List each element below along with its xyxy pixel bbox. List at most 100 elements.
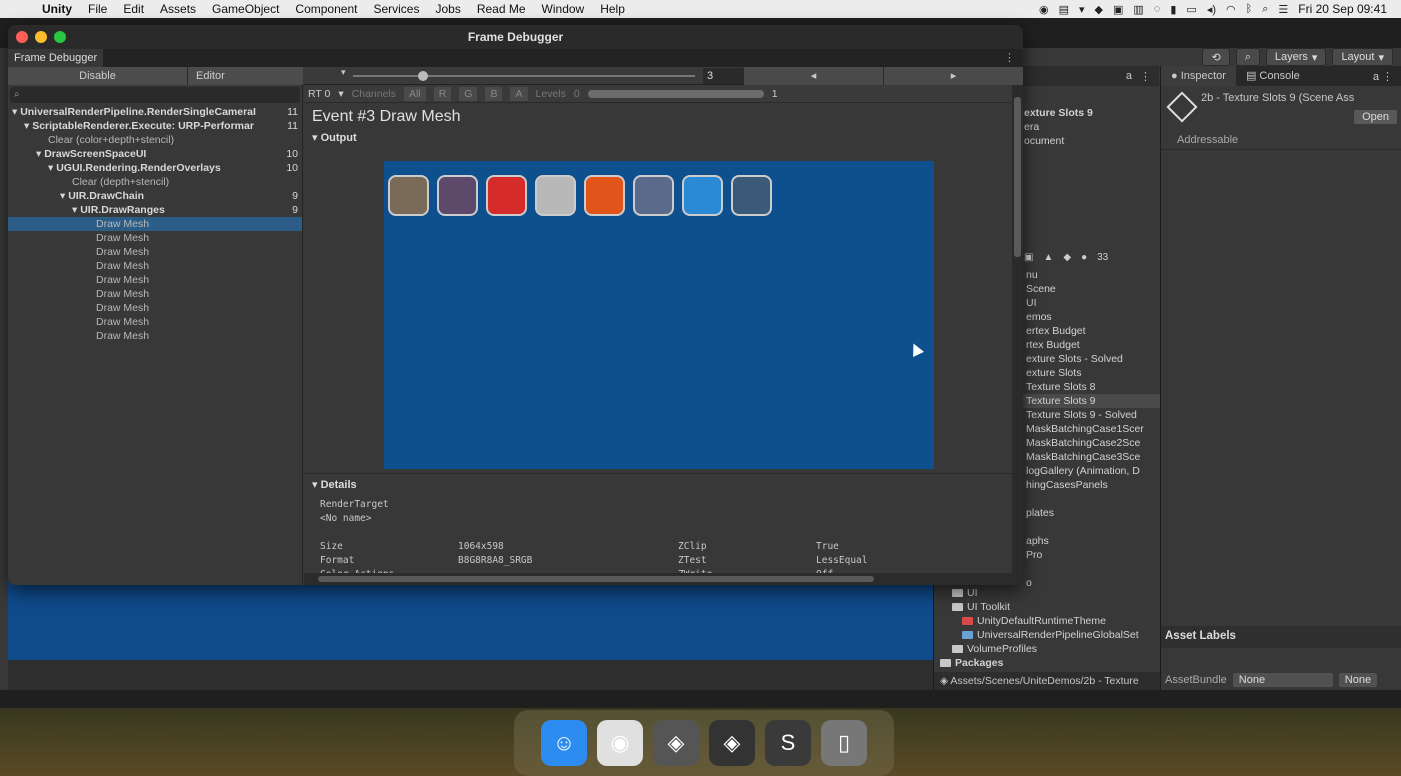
close-icon[interactable] (16, 31, 28, 43)
volume-icon[interactable]: ◂) (1207, 3, 1216, 16)
clock[interactable]: Fri 20 Sep 09:41 (1298, 2, 1387, 16)
channel-g[interactable]: G (459, 86, 478, 101)
menu-services[interactable]: Services (365, 2, 427, 16)
minimize-icon[interactable] (35, 31, 47, 43)
unity-hub-icon[interactable]: ◈ (653, 720, 699, 766)
event-tree-row[interactable]: Clear (depth+stencil) (8, 175, 302, 189)
folder-row[interactable]: Packages (934, 656, 1160, 670)
menu-help[interactable]: Help (592, 2, 633, 16)
event-tree-row[interactable]: Draw Mesh (8, 287, 302, 301)
status-shield-icon[interactable]: ▣ (1113, 3, 1123, 16)
status-g-icon[interactable]: ◉ (1039, 3, 1049, 16)
menu-assets[interactable]: Assets (152, 2, 204, 16)
trash-icon[interactable]: ▯ (821, 720, 867, 766)
game-view[interactable] (8, 582, 933, 660)
spotlight-search-icon[interactable]: ⌕ (1262, 3, 1268, 16)
event-tree-row[interactable]: Draw Mesh (8, 259, 302, 273)
lock-icon[interactable]: a (1126, 70, 1132, 82)
slider-handle[interactable] (418, 70, 428, 81)
lock-icon[interactable]: a ⋮ (1373, 70, 1401, 83)
menu-component[interactable]: Component (287, 2, 365, 16)
status-memory-icon[interactable]: ▥ (1133, 3, 1143, 16)
folder-row[interactable]: UI (934, 586, 1160, 600)
vertical-scrollbar[interactable] (1012, 85, 1023, 585)
status-globe-icon[interactable]: ◌ (1154, 3, 1161, 15)
output-foldout[interactable]: ▾ Output (304, 131, 1012, 147)
details-foldout[interactable]: ▾ Details (304, 474, 1012, 495)
create-icon[interactable]: ▣ (1024, 252, 1033, 263)
window-titlebar[interactable]: Frame Debugger (8, 25, 1023, 49)
open-button[interactable]: Open (1354, 110, 1397, 124)
render-output-preview[interactable] (384, 161, 934, 469)
info-icon[interactable]: ● (1081, 252, 1087, 263)
event-tree-row[interactable]: Draw Mesh (8, 329, 302, 343)
status-b-icon[interactable]: ▮ (1170, 3, 1176, 16)
event-tree-row[interactable]: Draw Mesh (8, 245, 302, 259)
tab-console[interactable]: ▤ Console (1236, 66, 1310, 86)
event-tree-row[interactable]: Draw Mesh (8, 315, 302, 329)
chrome-icon[interactable]: ◉ (597, 720, 643, 766)
menu-jobs[interactable]: Jobs (427, 2, 468, 16)
history-button[interactable]: ⟲ (1202, 48, 1230, 66)
layout-dropdown[interactable]: Layout ▾ (1332, 48, 1393, 66)
search-input[interactable]: ⌕ (10, 87, 300, 103)
menu-icon[interactable]: ⋮ (1004, 51, 1015, 64)
control-center-icon[interactable]: ☰ (1278, 3, 1288, 16)
tab-inspector[interactable]: ● Inspector (1161, 66, 1236, 86)
folder-row[interactable]: VolumeProfiles (934, 642, 1160, 656)
event-tree-row[interactable]: ▾ ScriptableRenderer.Execute: URP-Perfor… (8, 119, 302, 133)
label-icon[interactable]: ◆ (1063, 252, 1071, 263)
addressable-toggle[interactable]: Addressable (1161, 130, 1401, 150)
battery-icon[interactable]: ▭ (1186, 3, 1196, 16)
menu-readme[interactable]: Read Me (469, 2, 534, 16)
event-tree-row[interactable]: Clear (color+depth+stencil) (8, 133, 302, 147)
rt-dropdown[interactable]: RT 0 (308, 88, 330, 100)
next-event-button[interactable]: ▸ (883, 66, 1023, 85)
filter-icon[interactable]: ▲ (1043, 252, 1053, 263)
previous-event-button[interactable]: ◂ (743, 66, 883, 85)
event-slider[interactable]: ▾ (303, 67, 703, 85)
asset-row[interactable]: UniversalRenderPipelineGlobalSet (934, 628, 1160, 642)
channel-all[interactable]: All (404, 86, 426, 101)
event-tree-row[interactable]: ▾ UniversalRenderPipeline.RenderSingleCa… (8, 105, 302, 119)
scrollbar-thumb[interactable] (1014, 97, 1021, 257)
event-tree-row[interactable]: ▾ UIR.DrawRanges 9 (8, 203, 302, 217)
layers-dropdown[interactable]: Layers ▾ (1265, 48, 1327, 66)
wifi-icon[interactable]: ◠ (1226, 3, 1236, 16)
levels-slider[interactable] (587, 89, 764, 98)
variant-dropdown[interactable]: None (1338, 673, 1378, 687)
finder-icon[interactable]: ☺ (541, 720, 587, 766)
event-tree-row[interactable]: Draw Mesh (8, 231, 302, 245)
bluetooth-icon[interactable]: ᛒ (1246, 3, 1253, 15)
asset-row[interactable]: UnityDefaultRuntimeTheme (934, 614, 1160, 628)
event-tree-row[interactable]: Draw Mesh (8, 217, 302, 231)
horizontal-scrollbar[interactable] (304, 573, 1012, 585)
menu-gameobject[interactable]: GameObject (204, 2, 287, 16)
menu-icon[interactable]: ⋮ (1140, 70, 1151, 83)
sublime-icon[interactable]: S (765, 720, 811, 766)
status-clipboard-icon[interactable]: ▤ (1059, 3, 1069, 16)
event-tree-row[interactable]: ▾ UIR.DrawChain 9 (8, 189, 302, 203)
zoom-icon[interactable] (54, 31, 66, 43)
event-number-field[interactable]: 3 (703, 67, 743, 84)
tab-frame-debugger[interactable]: Frame Debugger (8, 49, 104, 67)
event-tree-row[interactable]: Draw Mesh (8, 301, 302, 315)
scrollbar-thumb[interactable] (318, 576, 874, 582)
channel-a[interactable]: A (510, 86, 528, 101)
channel-r[interactable]: R (433, 86, 452, 101)
status-cup-icon[interactable]: ▾ (1079, 3, 1085, 16)
folder-row[interactable]: UI Toolkit (934, 600, 1160, 614)
channel-b[interactable]: B (485, 86, 503, 101)
event-tree-row[interactable]: ▾ UGUI.Rendering.RenderOverlays 10 (8, 161, 302, 175)
target-dropdown[interactable]: Editor (188, 66, 303, 85)
menu-file[interactable]: File (80, 2, 115, 16)
status-flag-icon[interactable]: ◆ (1095, 3, 1103, 16)
menu-unity[interactable]: Unity (34, 2, 80, 16)
unity-icon[interactable]: ◈ (709, 720, 755, 766)
assetbundle-dropdown[interactable]: None (1232, 673, 1333, 687)
menu-edit[interactable]: Edit (115, 2, 152, 16)
event-tree-row[interactable]: Draw Mesh (8, 273, 302, 287)
event-tree-row[interactable]: ▾ DrawScreenSpaceUI 10 (8, 147, 302, 161)
menu-window[interactable]: Window (534, 2, 593, 16)
disable-button[interactable]: Disable (8, 66, 188, 85)
